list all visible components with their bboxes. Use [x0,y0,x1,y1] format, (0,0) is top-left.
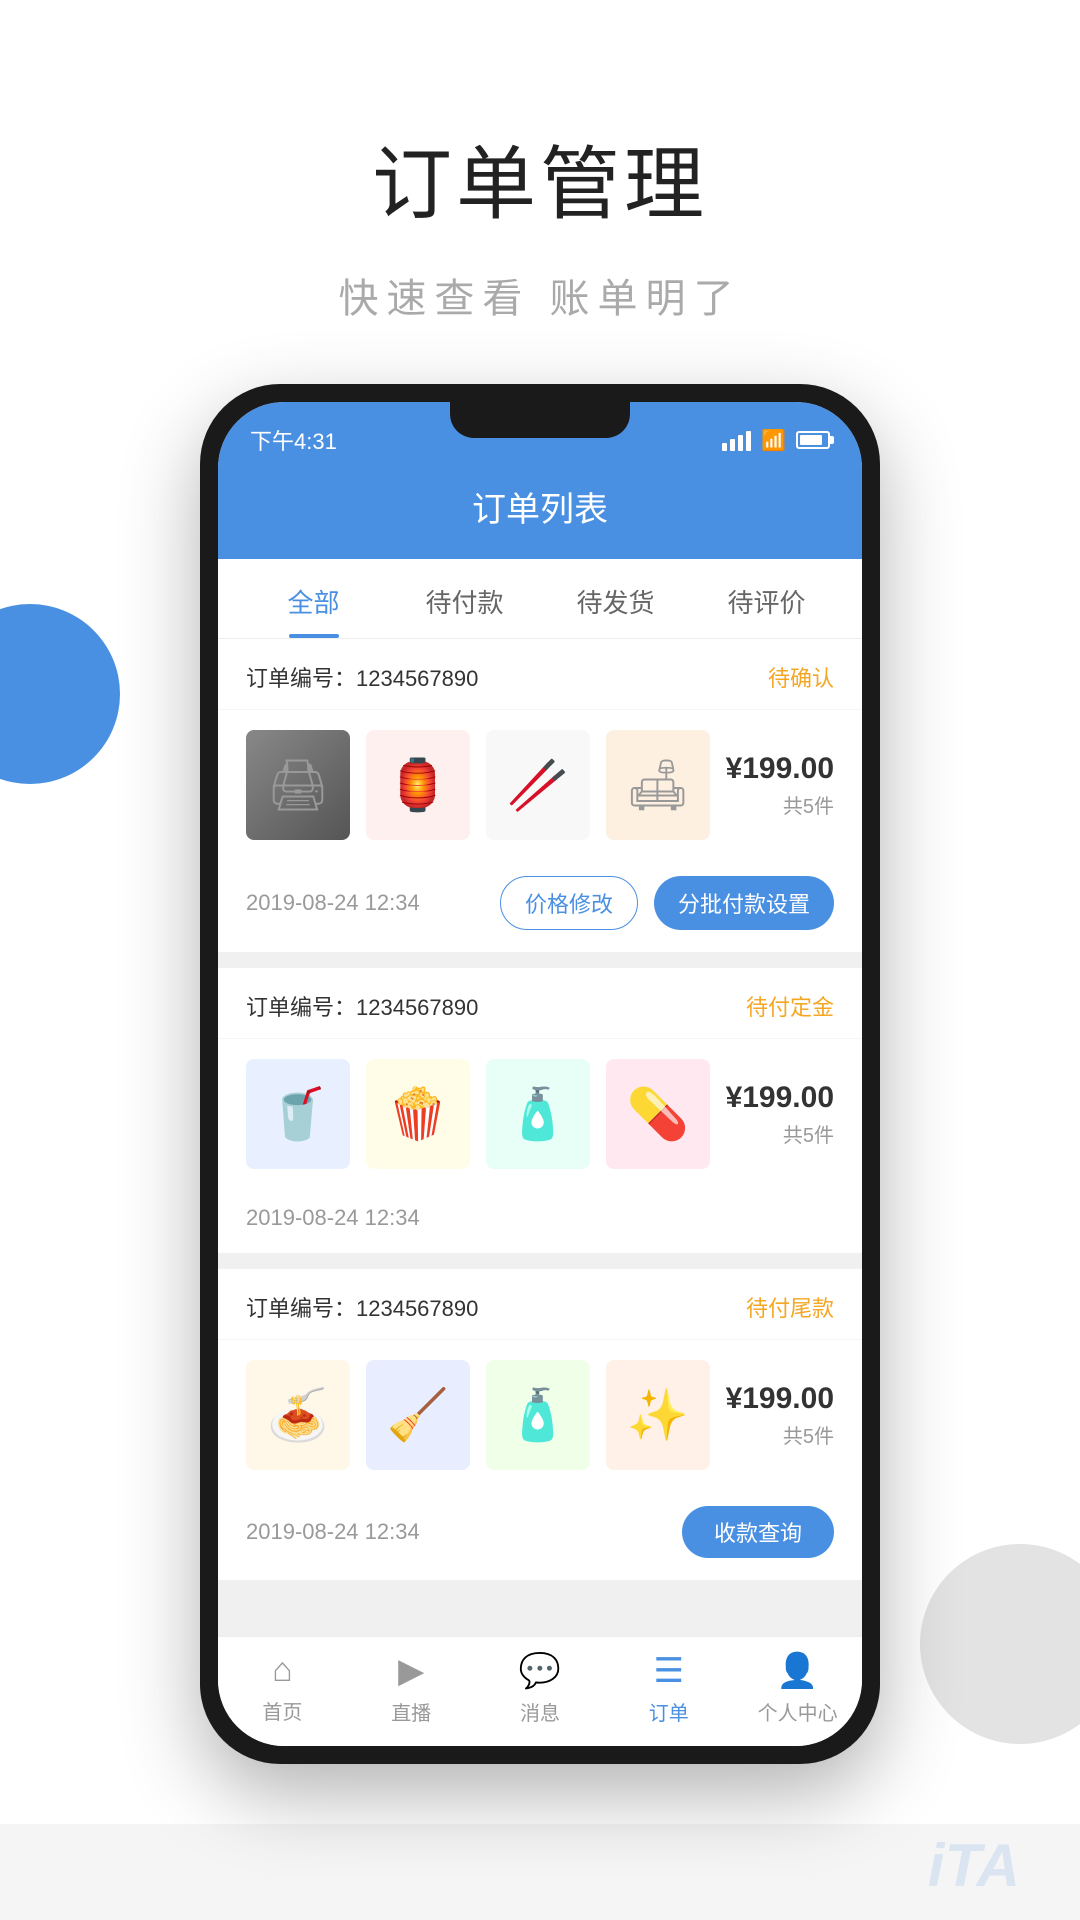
phone-notch [450,402,630,438]
product-img-sticks [486,730,590,840]
product-row-3: ¥199.00 共5件 [218,1340,862,1490]
product-row-1: ¥199.00 共5件 [218,710,862,860]
wifi-icon: 📶 [761,428,786,453]
product-img-lotion [486,1360,590,1470]
product-img-drink [246,1059,350,1169]
nav-label-order: 订单 [649,1697,689,1726]
price-value-2: ¥199.00 [726,1081,834,1115]
product-img-snack [366,1059,470,1169]
order-status-1: 待确认 [768,661,834,693]
phone-frame: 下午4:31 📶 订单列表 [200,384,880,1764]
tab-pending-payment[interactable]: 待付款 [389,559,540,638]
order-price-col-2: ¥199.00 共5件 [726,1081,834,1148]
batch-payment-button[interactable]: 分批付款设置 [654,876,834,930]
product-img-detergent [366,1360,470,1470]
tab-pending-review[interactable]: 待评价 [691,559,842,638]
price-modify-button[interactable]: 价格修改 [500,876,638,930]
tabs-bar: 全部 待付款 待发货 待评价 [218,559,862,639]
product-img-cream [486,1059,590,1169]
phone-screen: 下午4:31 📶 订单列表 [218,402,862,1746]
gray-circle-decoration [920,1544,1080,1744]
ita-watermark: iTA [928,1831,1020,1900]
order-card-footer-1: 2019-08-24 12:34 价格修改 分批付款设置 [218,860,862,952]
live-icon: ▶ [398,1651,424,1691]
order-card-header-3: 订单编号：1234567890 待付尾款 [218,1269,862,1340]
product-img-perfume [606,1360,710,1470]
nav-label-message: 消息 [520,1697,560,1726]
order-status-3: 待付尾款 [746,1291,834,1323]
order-card-footer-3: 2019-08-24 12:34 收款查询 [218,1490,862,1580]
status-icons: 📶 [722,428,830,453]
app-header-title: 订单列表 [472,491,608,529]
order-id-2: 订单编号：1234567890 [246,990,478,1022]
promo-subtitle: 快速查看 账单明了 [0,266,1080,324]
home-icon: ⌂ [272,1651,293,1690]
price-count-1: 共5件 [726,790,834,819]
nav-item-home[interactable]: ⌂ 首页 [218,1651,347,1726]
product-img-printer [246,730,350,840]
signal-icon [722,429,751,451]
price-value-3: ¥199.00 [726,1382,834,1416]
status-time: 下午4:31 [250,424,337,456]
order-icon: ☰ [654,1651,684,1691]
promo-title: 订单管理 [0,120,1080,236]
message-icon: 💬 [519,1651,561,1691]
phone-wrapper: 下午4:31 📶 订单列表 [0,384,1080,1824]
bottom-nav: ⌂ 首页 ▶ 直播 💬 消息 ☰ 订单 👤 个人中心 [218,1636,862,1746]
order-id-3: 订单编号：1234567890 [246,1291,478,1323]
order-date-3: 2019-08-24 12:34 [246,1519,420,1545]
order-card-header-1: 订单编号：1234567890 待确认 [218,639,862,710]
blue-circle-decoration [0,604,120,784]
order-card-header-2: 订单编号：1234567890 待付定金 [218,968,862,1039]
nav-item-live[interactable]: ▶ 直播 [347,1651,476,1726]
product-img-pasta [246,1360,350,1470]
product-row-2: ¥199.00 共5件 [218,1039,862,1189]
order-card-3: 订单编号：1234567890 待付尾款 ¥199.00 共5件 [218,1269,862,1580]
app-header: 订单列表 [218,462,862,559]
order-date-2: 2019-08-24 12:34 [246,1205,420,1231]
battery-icon [796,431,830,449]
price-count-3: 共5件 [726,1420,834,1449]
nav-label-profile: 个人中心 [758,1697,838,1726]
order-price-col-1: ¥199.00 共5件 [726,752,834,819]
order-card-2: 订单编号：1234567890 待付定金 ¥199.00 共5件 [218,968,862,1253]
order-status-2: 待付定金 [746,990,834,1022]
order-date-1: 2019-08-24 12:34 [246,890,420,916]
nav-label-live: 直播 [391,1697,431,1726]
nav-item-profile[interactable]: 👤 个人中心 [733,1651,862,1726]
order-card-footer-2: 2019-08-24 12:34 [218,1189,862,1253]
price-count-2: 共5件 [726,1119,834,1148]
order-list: 订单编号：1234567890 待确认 ¥199.00 共5件 [218,639,862,1636]
nav-item-order[interactable]: ☰ 订单 [604,1651,733,1726]
order-price-col-3: ¥199.00 共5件 [726,1382,834,1449]
nav-label-home: 首页 [262,1696,302,1725]
price-value-1: ¥199.00 [726,752,834,786]
order-actions-1: 价格修改 分批付款设置 [500,876,834,930]
promo-area: 订单管理 快速查看 账单明了 [0,0,1080,384]
product-img-medicine [606,1059,710,1169]
tab-all[interactable]: 全部 [238,559,389,638]
tab-pending-shipment[interactable]: 待发货 [540,559,691,638]
payment-inquiry-button[interactable]: 收款查询 [682,1506,834,1558]
product-img-furniture [606,730,710,840]
order-card: 订单编号：1234567890 待确认 ¥199.00 共5件 [218,639,862,952]
profile-icon: 👤 [776,1651,818,1691]
nav-item-message[interactable]: 💬 消息 [476,1651,605,1726]
order-id-1: 订单编号：1234567890 [246,661,478,693]
product-img-decoration [366,730,470,840]
